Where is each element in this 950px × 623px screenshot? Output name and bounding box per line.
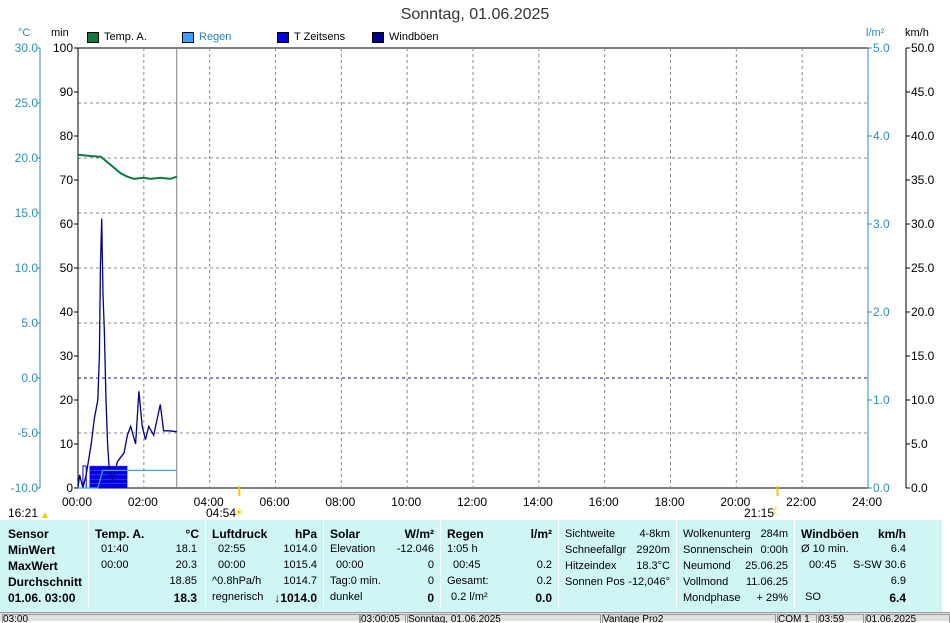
- pressure-min-time: 02:55: [218, 543, 246, 555]
- pressure-max-value: 1015.4: [283, 559, 317, 571]
- temp-min-value: 18.1: [175, 543, 197, 555]
- sensor-header: Sensor: [8, 527, 49, 541]
- info-panel: Sensor MinWert MaxWert Durchschnitt 01.0…: [0, 520, 942, 612]
- weather-chart: Sonntag, 01.06.2025 °C min l/m² km/h Tem…: [0, 0, 950, 521]
- daylight-label: Tag:0 min.: [330, 575, 381, 587]
- min-row-label: MinWert: [8, 543, 56, 557]
- temp-avg-value: 18.85: [169, 575, 197, 587]
- cloudbase-value: 284m: [760, 528, 788, 540]
- newmoon-value: 25.06.25: [745, 560, 788, 572]
- plot-area: [37, 47, 910, 496]
- moonphase-value: + 29%: [756, 592, 789, 604]
- sunshine-value: 0:00h: [760, 544, 788, 556]
- temp-min-time: 01:40: [101, 543, 129, 555]
- pressure-min-value: 1014.0: [283, 543, 317, 555]
- rain-total-value: 0.2: [536, 575, 552, 587]
- sunrise-prev-label: 16:21: [8, 506, 39, 520]
- heatindex-value: 18.3°C: [636, 560, 670, 572]
- heatindex-label: Hitzeindex: [565, 560, 617, 572]
- snowline-label: Schneefallgr: [565, 544, 627, 556]
- rain-duration: 1:05 h: [447, 543, 478, 555]
- solar-max-time: 00:00: [336, 559, 364, 571]
- wind-max-time: 00:45: [809, 559, 837, 571]
- status-date: Sonntag, 01.06.2025: [407, 614, 601, 623]
- temp-current-value: 18.3: [173, 591, 197, 605]
- rain-total-label: Gesamt:: [447, 575, 489, 587]
- sensor-column: Sensor MinWert MaxWert Durchschnitt 01.0…: [0, 520, 89, 608]
- rain-unit-label: l/m²: [530, 527, 552, 541]
- max-row-label: MaxWert: [8, 559, 58, 573]
- status-day: 01.06.2025: [865, 614, 950, 623]
- wind-max-value: 30.6: [884, 559, 906, 571]
- status-port: COM 1: [777, 614, 817, 623]
- current-date: 01.06. 03:00: [8, 591, 76, 605]
- wind-avg-value: 6.9: [890, 575, 906, 587]
- status-clock: 03:00:05: [360, 614, 406, 623]
- visibility-label: Sichtweite: [565, 528, 616, 540]
- wind-current-value: 6.4: [889, 591, 906, 605]
- sunpos-value: -12,046°: [628, 576, 670, 588]
- sunset-label: 21:15: [744, 506, 775, 520]
- solar-current-value: 0: [427, 591, 434, 605]
- sunpos-label: Sonnen Pos: [565, 576, 625, 588]
- wind-avg10-value: 6.4: [890, 543, 906, 555]
- rain-max-value: 0.2: [536, 559, 552, 571]
- solar-column: Solar W/m² Elevation -12.046 00:00 0 Tag…: [324, 520, 441, 608]
- moon-icon: ☾: [772, 506, 782, 518]
- temp-max-value: 20.3: [175, 559, 197, 571]
- rain-header: Regen: [447, 527, 484, 541]
- solar-unit: W/m²: [404, 527, 434, 541]
- pressure-column: Luftdruck hPa 02:55 1014.0 00:00 1015.4 …: [206, 520, 324, 608]
- status-station: Vantage Pro2: [602, 614, 776, 623]
- sunshine-label: Sonnenschein: [683, 544, 753, 556]
- rain-current-value: 0.0: [535, 591, 552, 605]
- fullmoon-label: Vollmond: [683, 576, 729, 588]
- status-time: 03:00: [2, 614, 360, 623]
- solar-state: dunkel: [330, 591, 363, 603]
- newmoon-label: Neumond: [683, 560, 731, 572]
- visibility-value: 4-8km: [639, 528, 670, 540]
- temp-column: Temp. A. °C 01:40 18.1 00:00 20.3 18.85 …: [89, 520, 206, 608]
- pressure-max-time: 00:00: [218, 559, 246, 571]
- sunrise-icon: ☀: [234, 507, 244, 519]
- pressure-current-value: ↓1014.0: [274, 591, 317, 605]
- solar-header: Solar: [330, 527, 361, 541]
- elevation-label: Elevation: [330, 543, 376, 555]
- wind-max-direction: S-SW: [853, 559, 882, 571]
- elevation-value: -12.046: [396, 543, 434, 555]
- pressure-avg-value: 1014.7: [283, 575, 317, 587]
- sunrise-label: 04:54: [206, 506, 237, 520]
- wind-avg10-label: Ø 10 min.: [801, 543, 849, 555]
- wind-unit-label: km/h: [877, 527, 906, 541]
- pressure-unit: hPa: [294, 527, 317, 541]
- temp-header: Temp. A.: [95, 527, 145, 541]
- snowline-value: 2920m: [636, 544, 670, 556]
- moonphase-label: Mondphase: [683, 592, 741, 604]
- avg-row-label: Durchschnitt: [8, 575, 83, 589]
- tzeitsens-bar: [89, 466, 128, 488]
- pressure-header: Luftdruck: [212, 527, 268, 541]
- wind-direction: SO: [805, 591, 821, 603]
- solar-avg-value: 0: [427, 575, 434, 587]
- misc-column: Sichtweite 4-8km Schneefallgr 2920m Hitz…: [559, 520, 677, 608]
- wind-column: Windböen km/h Ø 10 min. 6.4 00:45 S-SW 3…: [795, 520, 912, 608]
- pressure-trend: ^0.8hPa/h: [212, 575, 262, 587]
- rain-column: Regen l/m² 1:05 h 00:45 0.2 Gesamt: 0.2 …: [441, 520, 559, 608]
- rain-rate: 0.2 l/m²: [451, 591, 488, 603]
- sky-column: Wolkenunterg 284m Sonnenschein 0:00h Neu…: [677, 520, 795, 608]
- status-next: 03:59: [818, 614, 864, 623]
- temp-unit: °C: [185, 527, 199, 541]
- weather-forecast: regnerisch: [212, 591, 264, 603]
- cloudbase-label: Wolkenunterg: [683, 528, 751, 540]
- solar-max-value: 0: [427, 559, 434, 571]
- wind-header: Windböen: [801, 527, 859, 541]
- rain-max-time: 00:45: [453, 559, 481, 571]
- temp-max-time: 00:00: [101, 559, 129, 571]
- fullmoon-value: 11.06.25: [745, 576, 788, 588]
